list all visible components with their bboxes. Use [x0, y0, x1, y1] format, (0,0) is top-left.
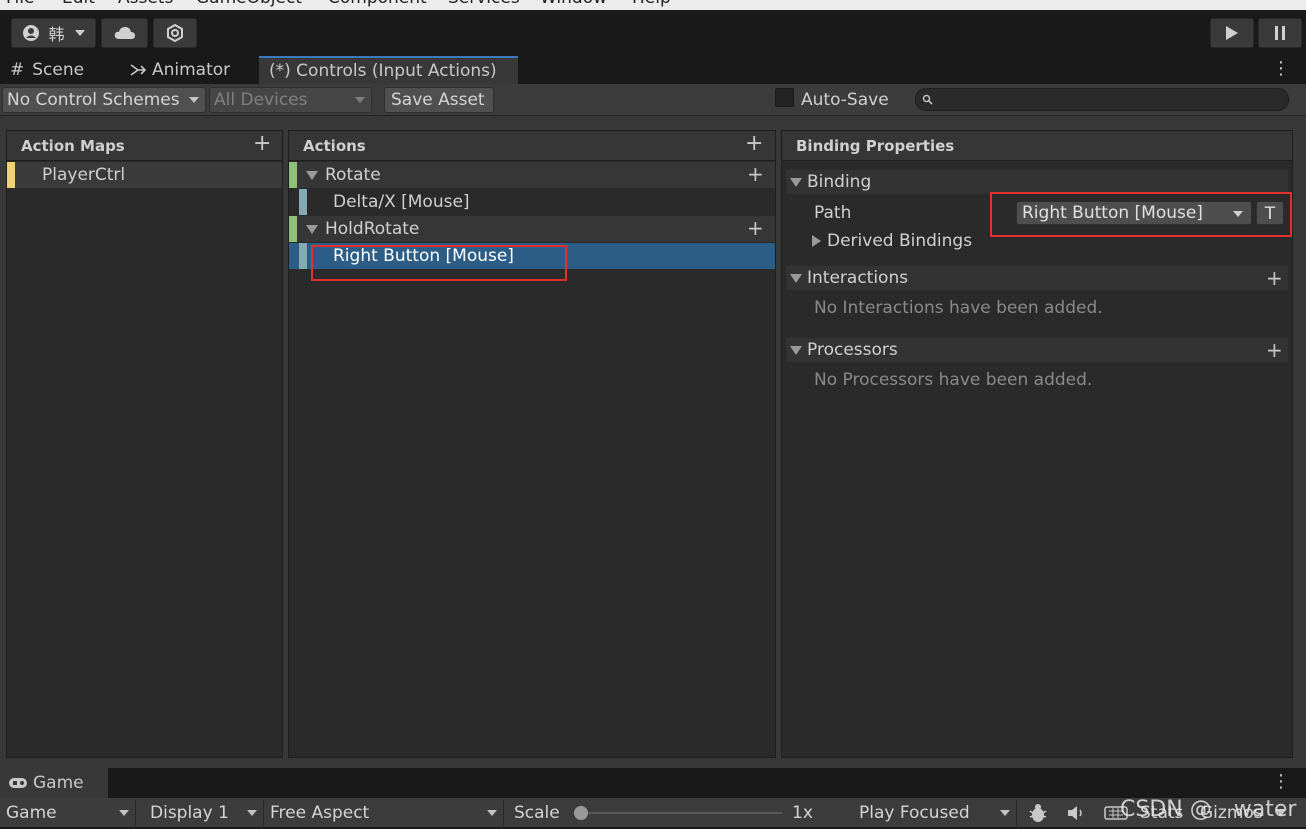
- account-dropdown[interactable]: 韩: [11, 18, 96, 48]
- collab-button[interactable]: [153, 18, 197, 48]
- search-input[interactable]: [915, 88, 1289, 111]
- menu-bar: File Edit Assets GameObject Component Se…: [0, 0, 1306, 10]
- more-options-icon[interactable]: ⋮: [1272, 773, 1290, 793]
- auto-save-checkbox[interactable]: [775, 88, 794, 107]
- menu-window[interactable]: Window: [540, 0, 607, 8]
- collapse-triangle-icon: [790, 177, 802, 187]
- editor-tab-bar: # Scene Animator (*) Controls (Input Act…: [0, 56, 1306, 84]
- scale-slider-track[interactable]: [580, 812, 782, 814]
- action-maps-header: Action Maps: [7, 131, 282, 161]
- add-interaction-icon[interactable]: +: [1266, 267, 1283, 289]
- tab-scene[interactable]: # Scene: [0, 56, 118, 84]
- add-binding-icon[interactable]: +: [747, 163, 764, 185]
- scale-slider-thumb[interactable]: [574, 806, 588, 820]
- game-tab-bar: Game ⋮: [0, 768, 1306, 798]
- pause-button[interactable]: [1258, 18, 1302, 48]
- actions-panel: Actions + Rotate + Delta/X [Mouse] HoldR…: [288, 130, 776, 758]
- input-actions-editor: Action Maps + PlayerCtrl Actions + Rotat…: [0, 116, 1306, 768]
- menu-component[interactable]: Component: [328, 0, 427, 8]
- action-map-item[interactable]: PlayerCtrl: [7, 162, 282, 188]
- actions-header: Actions: [289, 131, 775, 161]
- search-icon: [922, 94, 933, 105]
- binding-row-delta-x[interactable]: Delta/X [Mouse]: [289, 189, 775, 215]
- binding-section-header[interactable]: Binding: [786, 170, 1288, 194]
- add-action-map-icon[interactable]: +: [253, 133, 271, 155]
- chevron-down-icon: [189, 97, 199, 103]
- interactions-section-header[interactable]: Interactions +: [786, 266, 1288, 290]
- action-color-bar: [289, 216, 297, 242]
- save-asset-button[interactable]: Save Asset: [384, 87, 494, 113]
- gamepad-icon: [9, 778, 27, 788]
- cloud-button[interactable]: [101, 18, 148, 48]
- chevron-down-icon: [119, 810, 129, 816]
- account-icon: [23, 25, 40, 41]
- grid-icon: #: [10, 60, 25, 80]
- action-maps-panel: Action Maps + PlayerCtrl: [6, 130, 283, 758]
- more-options-icon[interactable]: ⋮: [1272, 60, 1290, 80]
- expand-triangle-icon: [812, 235, 821, 247]
- add-action-icon[interactable]: +: [745, 133, 763, 155]
- chevron-down-icon: [74, 30, 85, 36]
- collapse-triangle-icon: [790, 345, 802, 355]
- expand-triangle-icon[interactable]: [306, 170, 318, 180]
- play-button[interactable]: [1210, 18, 1254, 48]
- binding-color-bar: [299, 189, 307, 215]
- aspect-dropdown[interactable]: Free Aspect: [264, 800, 504, 826]
- watermark: CSDN @ water: [1120, 797, 1297, 822]
- display-dropdown[interactable]: Display 1: [144, 800, 264, 826]
- interactions-empty-text: No Interactions have been added.: [814, 298, 1103, 318]
- action-map-color-bar: [7, 162, 15, 188]
- action-row-rotate[interactable]: Rotate +: [289, 162, 775, 188]
- tab-game[interactable]: Game: [0, 768, 108, 798]
- binding-properties-panel: Binding Properties Binding Path Right Bu…: [781, 130, 1293, 758]
- derived-bindings-foldout[interactable]: Derived Bindings: [812, 229, 972, 253]
- mute-audio-icon[interactable]: [1066, 804, 1086, 822]
- play-icon: [1226, 26, 1238, 40]
- asset-toolbar: No Control Schemes All Devices Save Asse…: [0, 84, 1306, 116]
- play-mode-dropdown[interactable]: Play Focused: [853, 800, 1017, 826]
- add-binding-icon[interactable]: +: [747, 217, 764, 239]
- animator-icon: [130, 64, 146, 76]
- chevron-down-icon: [247, 810, 257, 816]
- expand-triangle-icon[interactable]: [306, 224, 318, 234]
- auto-save-label: Auto-Save: [801, 90, 889, 110]
- path-label: Path: [814, 203, 852, 223]
- menu-services[interactable]: Services: [448, 0, 520, 8]
- control-schemes-dropdown[interactable]: No Control Schemes: [2, 87, 206, 113]
- scale-value: 1x: [792, 803, 813, 823]
- menu-help[interactable]: Help: [632, 0, 671, 8]
- tab-animator[interactable]: Animator: [118, 56, 258, 84]
- path-highlight-box: [990, 192, 1292, 237]
- action-color-bar: [289, 162, 297, 188]
- tab-controls-input-actions[interactable]: (*) Controls (Input Actions): [259, 56, 518, 84]
- menu-assets[interactable]: Assets: [118, 0, 173, 8]
- menu-edit[interactable]: Edit: [62, 0, 95, 8]
- add-processor-icon[interactable]: +: [1266, 339, 1283, 361]
- account-label: 韩: [48, 25, 65, 44]
- bug-icon[interactable]: [1027, 802, 1049, 824]
- collapse-triangle-icon: [790, 273, 802, 283]
- menu-gameobject[interactable]: GameObject: [196, 0, 302, 8]
- chevron-down-icon: [1000, 810, 1010, 816]
- chevron-down-icon: [355, 97, 365, 103]
- menu-file[interactable]: File: [6, 0, 34, 8]
- devices-dropdown[interactable]: All Devices: [209, 87, 372, 113]
- processors-empty-text: No Processors have been added.: [814, 370, 1093, 390]
- processors-section-header[interactable]: Processors +: [786, 338, 1288, 362]
- action-row-holdrotate[interactable]: HoldRotate +: [289, 216, 775, 242]
- game-toolbar: Game Display 1 Free Aspect Scale 1x Play…: [0, 798, 1306, 827]
- binding-properties-header: Binding Properties: [782, 131, 1292, 161]
- pause-icon: [1275, 26, 1285, 40]
- cloud-icon: [114, 27, 135, 39]
- game-view-dropdown[interactable]: Game: [0, 800, 136, 826]
- chevron-down-icon: [487, 810, 497, 816]
- binding-color-bar: [299, 243, 307, 269]
- collab-icon: [167, 24, 183, 42]
- binding-highlight-box: [311, 245, 567, 281]
- scale-label: Scale: [514, 803, 560, 823]
- main-toolbar: 韩: [0, 10, 1306, 56]
